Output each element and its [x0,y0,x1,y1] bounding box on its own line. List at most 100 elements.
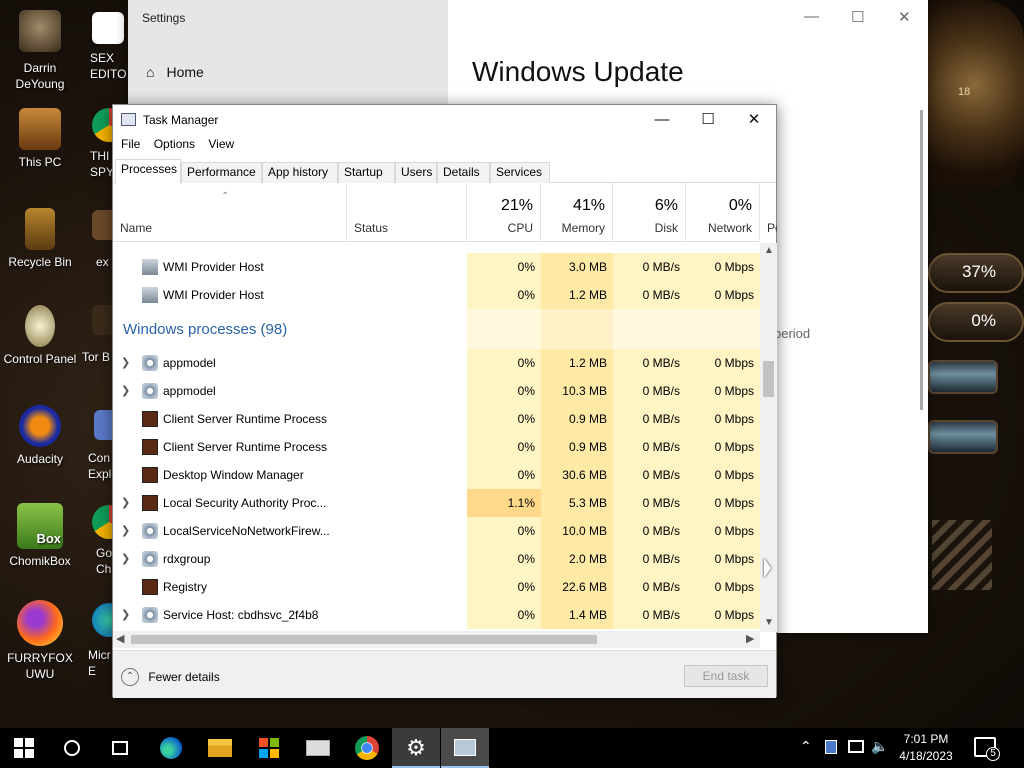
tab-app-history[interactable]: App history [262,162,338,183]
tab-processes[interactable]: Processes [115,159,181,184]
minimize-button[interactable]: — [639,109,685,131]
process-row[interactable]: Registry 0% 22.6 MB 0 MB/s 0 Mbps [113,573,760,601]
task-manager-titlebar[interactable]: Task Manager — ☐ ✕ [113,105,776,135]
chevron-right-icon[interactable]: ❯ [121,377,130,405]
minimize-button[interactable]: — [804,8,819,25]
fewer-details-label: Fewer details [148,669,220,684]
process-network: 0 Mbps [686,601,760,629]
chrome-icon [355,736,379,760]
process-disk: 0 MB/s [613,517,686,545]
desktop-icon-control-panel[interactable]: Control Panel [0,305,80,367]
desktop-icon-furryfox[interactable]: FURRYFOX UWU [0,600,80,682]
system-process-icon [142,439,158,455]
process-row[interactable]: ❯ Service Host: cbdhsvc_2f4b8 0% 1.4 MB … [113,601,760,629]
taskbar-mail[interactable] [294,728,342,768]
process-name: Desktop Window Manager [163,468,304,482]
chevron-right-icon[interactable]: ❯ [121,349,130,377]
notification-center-button[interactable]: 5 [974,737,1000,761]
network-icon[interactable] [848,740,864,753]
column-header-cpu[interactable]: 21% CPU [467,183,541,241]
column-header-memory[interactable]: 41% Memory [541,183,613,241]
scroll-right-icon[interactable]: ▶ [746,632,754,645]
start-button[interactable] [0,728,48,768]
desktop-icon-label: FURRYFOX UWU [7,651,73,681]
menu-file[interactable]: File [121,137,140,151]
column-header-network[interactable]: 0% Network [686,183,760,241]
tab-performance[interactable]: Performance [181,162,262,183]
chevron-right-icon[interactable]: ❯ [121,489,130,517]
desktop-icon-partial[interactable]: SEX EDITO [78,12,128,82]
process-row[interactable]: WMI Provider Host 0% 1.2 MB 0 MB/s 0 Mbp… [113,281,760,309]
column-header-disk[interactable]: 6% Disk [613,183,686,241]
taskbar-chrome[interactable] [343,728,391,768]
maximize-button[interactable]: ☐ [851,8,864,26]
wmi-provider-icon [142,259,158,275]
tab-startup[interactable]: Startup [338,162,395,183]
process-disk: 0 MB/s [613,253,686,281]
volume-muted-icon[interactable]: 🔈 [871,738,888,755]
process-row[interactable]: Desktop Window Manager 0% 30.6 MB 0 MB/s… [113,461,760,489]
fewer-details-button[interactable]: ⌃ Fewer details [121,667,220,687]
settings-home-link[interactable]: ⌂ Home [146,64,204,80]
process-row[interactable]: ❯ Local Security Authority Proc... 1.1% … [113,489,760,517]
taskbar-store[interactable] [245,728,293,768]
chevron-right-icon[interactable]: ❯ [121,545,130,573]
process-row[interactable]: ❯ appmodel 0% 10.3 MB 0 MB/s 0 Mbps [113,377,760,405]
system-clock[interactable]: 7:01 PM 4/18/2023 [890,731,962,765]
task-manager-icon [121,113,136,126]
process-disk: 0 MB/s [613,545,686,573]
disk-label: Disk [654,221,678,235]
taskbar-edge[interactable] [147,728,195,768]
desktop-icon-chomikbox[interactable]: Box ChomikBox [0,503,80,569]
recycle-bin-icon [25,208,55,250]
process-row[interactable]: Client Server Runtime Process 0% 0.9 MB … [113,405,760,433]
settings-scrollbar[interactable] [920,110,923,410]
search-button[interactable] [48,728,96,768]
taskbar-task-manager[interactable] [441,728,489,768]
tray-app-icon[interactable] [825,740,837,754]
menu-view[interactable]: View [208,137,234,151]
store-icon [259,738,279,758]
taskbar-file-explorer[interactable] [196,728,244,768]
column-power-partial[interactable]: Po [767,221,777,235]
process-row[interactable]: ❯ rdxgroup 0% 2.0 MB 0 MB/s 0 Mbps [113,545,760,573]
close-button[interactable]: ✕ [731,109,777,131]
task-manager-window[interactable]: Task Manager — ☐ ✕ File Options View Pro… [112,104,777,698]
task-manager-title: Task Manager [143,113,219,127]
process-network: 0 Mbps [686,281,760,309]
column-header-status[interactable]: Status [347,183,467,241]
process-row[interactable]: WMI Provider Host 0% 3.0 MB 0 MB/s 0 Mbp… [113,253,760,281]
desktop-icon-audacity[interactable]: Audacity [0,405,80,467]
tab-users[interactable]: Users [395,162,437,183]
process-row[interactable]: ❯ LocalServiceNoNetworkFirew... 0% 10.0 … [113,517,760,545]
column-status-label: Status [354,221,389,235]
desktop-icon-darrin-deyoung[interactable]: Darrin DeYoung [0,10,80,92]
process-row[interactable]: ❯ appmodel 0% 1.2 MB 0 MB/s 0 Mbps [113,349,760,377]
scroll-down-icon[interactable]: ▼ [764,617,774,628]
clock-date: 4/18/2023 [899,749,953,763]
desktop-icon-this-pc[interactable]: This PC [0,108,80,170]
column-header-name[interactable]: ⌃ Name [113,183,347,241]
process-name: Local Security Authority Proc... [163,496,327,510]
task-view-button[interactable] [96,728,144,768]
chevron-up-icon[interactable]: ⌃ [800,738,812,755]
end-task-button[interactable]: End task [684,665,768,687]
scroll-left-icon[interactable]: ◀ [116,632,124,645]
process-row[interactable]: Client Server Runtime Process 0% 0.9 MB … [113,433,760,461]
close-button[interactable]: ✕ [898,8,911,26]
tab-services[interactable]: Services [490,162,550,183]
process-cpu: 0% [467,253,541,281]
scrollbar-thumb[interactable] [763,361,774,397]
chevron-right-icon[interactable]: ❯ [121,517,130,545]
group-header-windows-processes[interactable]: Windows processes (98) [113,309,760,349]
taskbar-settings[interactable]: ⚙ [392,728,440,768]
scroll-up-icon[interactable]: ▲ [764,245,774,256]
tab-details[interactable]: Details [437,162,490,183]
maximize-button[interactable]: ☐ [685,109,731,131]
windows-logo-icon [14,738,34,758]
menu-options[interactable]: Options [154,137,195,151]
chevron-right-icon[interactable]: ❯ [121,601,130,629]
scrollbar-thumb[interactable] [131,635,597,644]
horizontal-scrollbar[interactable]: ◀ ▶ [113,631,760,648]
desktop-icon-recycle-bin[interactable]: Recycle Bin [0,208,80,270]
